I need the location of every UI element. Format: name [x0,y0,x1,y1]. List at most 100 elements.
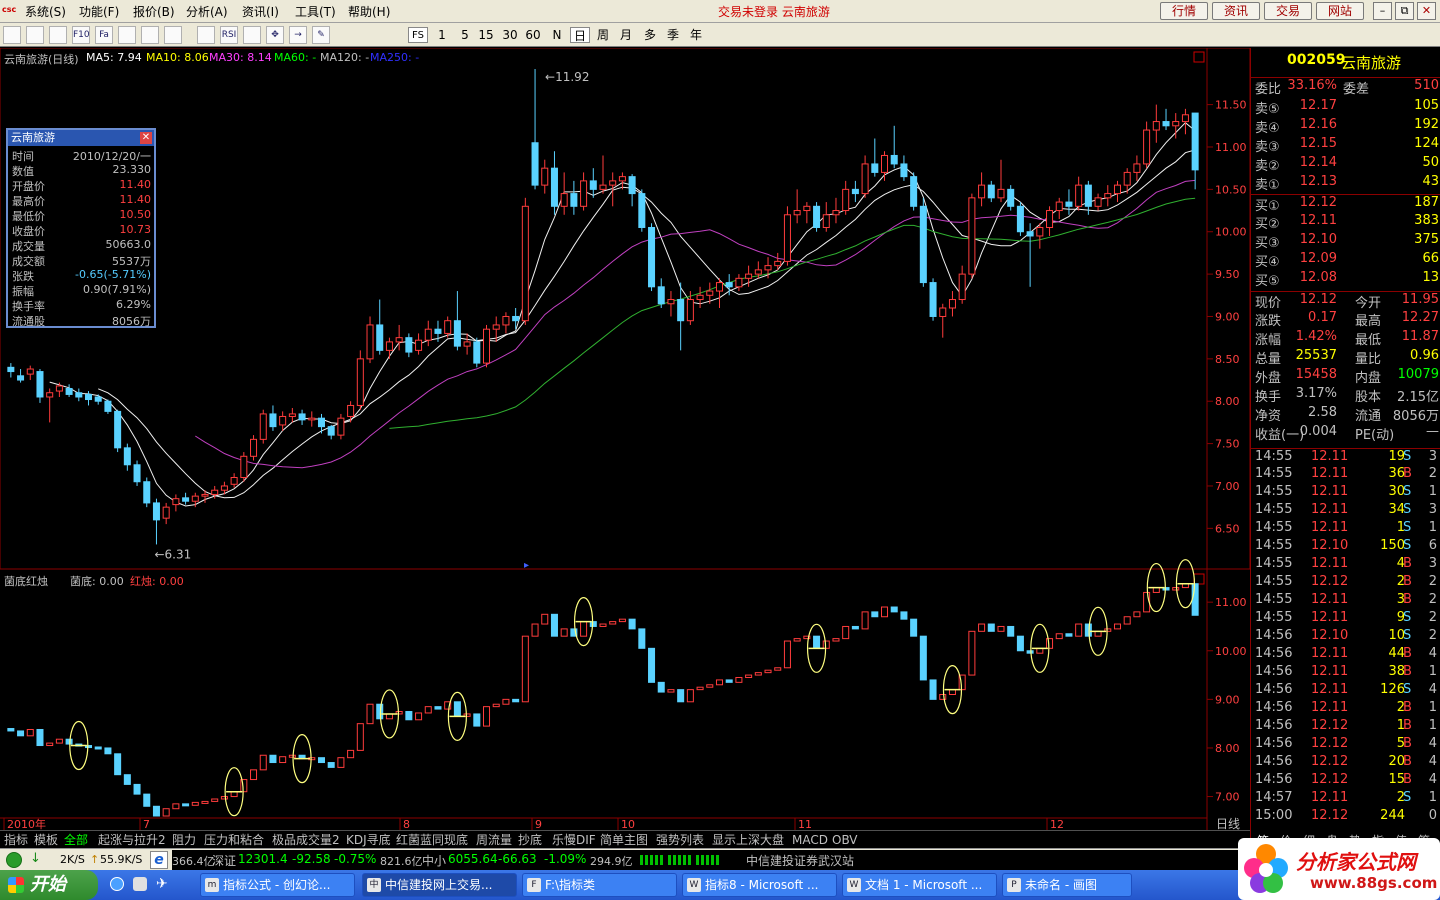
menu-function[interactable]: 功能(F) [79,3,119,20]
period-label: 日线 [1216,817,1240,830]
period-1[interactable]: 5 [455,27,475,43]
period-4[interactable]: 60 [523,27,543,43]
ask-row[interactable]: 卖② 12.14 50 [1251,155,1440,174]
indicator-tab[interactable]: 全部 [64,833,88,847]
indicator-bar [1113,623,1121,630]
menu-system[interactable]: 系统(S) [25,3,66,20]
quicklaunch-icon[interactable] [133,877,147,891]
bid-row[interactable]: 买① 12.12 187 [1251,194,1440,214]
arrow-icon[interactable]: → [289,26,307,44]
close-icon[interactable]: ✕ [1417,2,1436,20]
period-11[interactable]: 年 [686,27,706,43]
bid-row[interactable]: 买⑤ 12.08 13 [1251,270,1440,289]
f10-icon[interactable]: F10 [72,26,90,44]
menu-help[interactable]: 帮助(H) [348,3,390,20]
menu-info[interactable]: 资讯(I) [242,3,279,20]
bid-row[interactable]: 买② 12.11 383 [1251,213,1440,232]
bid-row[interactable]: 买③ 12.10 375 [1251,232,1440,251]
pattern-icon[interactable] [243,26,261,44]
website-button[interactable]: 网站 [1316,2,1364,20]
stat-row: 现价 12.12 今开 11.95 [1251,291,1440,311]
period-6[interactable]: 日 [570,27,590,43]
taskbar-item[interactable]: W 文档 1 - Microsoft ... [842,873,997,897]
grid-icon[interactable] [26,26,44,44]
chart-area[interactable]: 11.50 11.00 10.50 10.00 9.50 9.00 8.50 8.00 7.50… [0,48,1250,830]
candlestick-icon[interactable] [118,26,136,44]
taskbar-item[interactable]: F F:\指标类 [522,873,677,897]
period-8[interactable]: 月 [616,27,636,43]
rsi-icon[interactable]: RSI [220,26,238,44]
data-info-window[interactable]: 云南旅游 ✕ 时间 2010/12/20/一 数值 23.330 开盘价 11.40 最高价… [6,128,156,328]
fs-button[interactable]: FS [408,27,428,43]
trade-button[interactable]: 交易 [1264,2,1312,20]
move-icon[interactable]: ✥ [266,26,284,44]
news-button[interactable]: 资讯 [1212,2,1260,20]
menu-analysis[interactable]: 分析(A) [186,3,228,20]
menu-tools[interactable]: 工具(T) [295,3,336,20]
indicator-tab[interactable]: 指标 [4,833,28,847]
ask-row[interactable]: 卖③ 12.15 124 [1251,136,1440,155]
airplane-icon[interactable]: ✈ [156,876,168,892]
info-row: 数值 23.330 [8,163,154,178]
multi-icon[interactable] [197,26,215,44]
minimize-icon[interactable]: – [1373,2,1392,20]
indicator-tab[interactable]: 模板 [34,833,58,847]
ie-icon[interactable]: e [150,851,168,869]
compare-icon[interactable] [164,26,182,44]
bar-icon[interactable] [141,26,159,44]
stat-value: 0.96 [1410,348,1439,363]
indicator-bar [910,618,918,637]
watermark-title: 分析家公式网 [1296,850,1416,874]
tick-price: 12.10 [1311,628,1349,643]
market-button[interactable]: 行情 [1160,2,1208,20]
candle [473,337,481,368]
taskbar-item[interactable]: m 指标公式 - 创幻论... [200,873,355,897]
ask-row[interactable]: 卖① 12.13 43 [1251,174,1440,193]
indicator-tab[interactable]: MACD [792,833,828,847]
chart-title: 云南旅游(日线) [4,53,79,66]
bid-row[interactable]: 买④ 12.09 66 [1251,251,1440,270]
info-close-icon[interactable]: ✕ [140,132,152,144]
pane-max-icon[interactable] [1193,51,1205,63]
indicator-tab[interactable]: 乐慢DIF [552,833,596,847]
period-9[interactable]: 多 [640,27,660,43]
period-2[interactable]: 15 [476,27,496,43]
indicator-tab[interactable]: 起涨与拉升2 [98,833,166,847]
menu-bar: csc 系统(S) 功能(F) 报价(B) 分析(A) 资讯(I) 工具(T) … [0,0,1440,23]
indicator-tab[interactable]: 阻力 [172,833,196,847]
pane-max-icon[interactable] [1193,573,1205,585]
taskbar-item[interactable]: W 指标8 - Microsoft ... [682,873,837,897]
indicator-tab[interactable]: 红菌蓝同现底 [396,833,468,847]
ie-quicklaunch-icon[interactable] [110,877,124,891]
indicator-tab[interactable]: KDJ寻底 [346,833,391,847]
line-chart-icon[interactable] [49,26,67,44]
indicator-tab[interactable]: 压力和粘合 [204,833,264,847]
indicator-tab[interactable]: 抄底 [518,833,542,847]
period-7[interactable]: 周 [593,27,613,43]
list-icon[interactable] [3,26,21,44]
ask-row[interactable]: 卖⑤ 12.17 105 [1251,98,1440,117]
indicator-bar [424,706,432,714]
period-10[interactable]: 季 [663,27,683,43]
taskbar-item[interactable]: P 未命名 - 画图 [1002,873,1132,897]
tick-row: 14:55 12.11 34 S 3 [1251,502,1440,520]
restore-icon[interactable]: ⧉ [1395,2,1414,20]
menu-quote[interactable]: 报价(B) [133,3,175,20]
indicator-tab[interactable]: 简单主图 [600,833,648,847]
taskbar-item[interactable]: 中中信建投网上交易... [362,873,517,897]
indicator-tab[interactable]: 周流量 [476,833,512,847]
fa-icon[interactable]: Fa [95,26,113,44]
indicator-tab[interactable]: 强势列表 [656,833,704,847]
info-window-title[interactable]: 云南旅游 [8,130,154,146]
period-0[interactable]: 1 [432,27,452,43]
start-button[interactable]: 开始 [0,870,98,900]
pencil-icon[interactable]: ✎ [312,26,330,44]
ask-row[interactable]: 卖④ 12.16 192 [1251,117,1440,136]
period-3[interactable]: 30 [500,27,520,43]
indicator-tab[interactable]: OBV [832,833,858,847]
scroll-marker-icon[interactable]: ▸ [524,560,529,571]
indicator-tab[interactable]: 极品成交量2 [272,833,340,847]
period-5[interactable]: N [547,27,567,43]
indicator-tab[interactable]: 显示上深大盘 [712,833,784,847]
candlestick-chart[interactable]: 11.50 11.00 10.50 10.00 9.50 9.00 8.50 8.00 7.50… [0,48,1250,830]
